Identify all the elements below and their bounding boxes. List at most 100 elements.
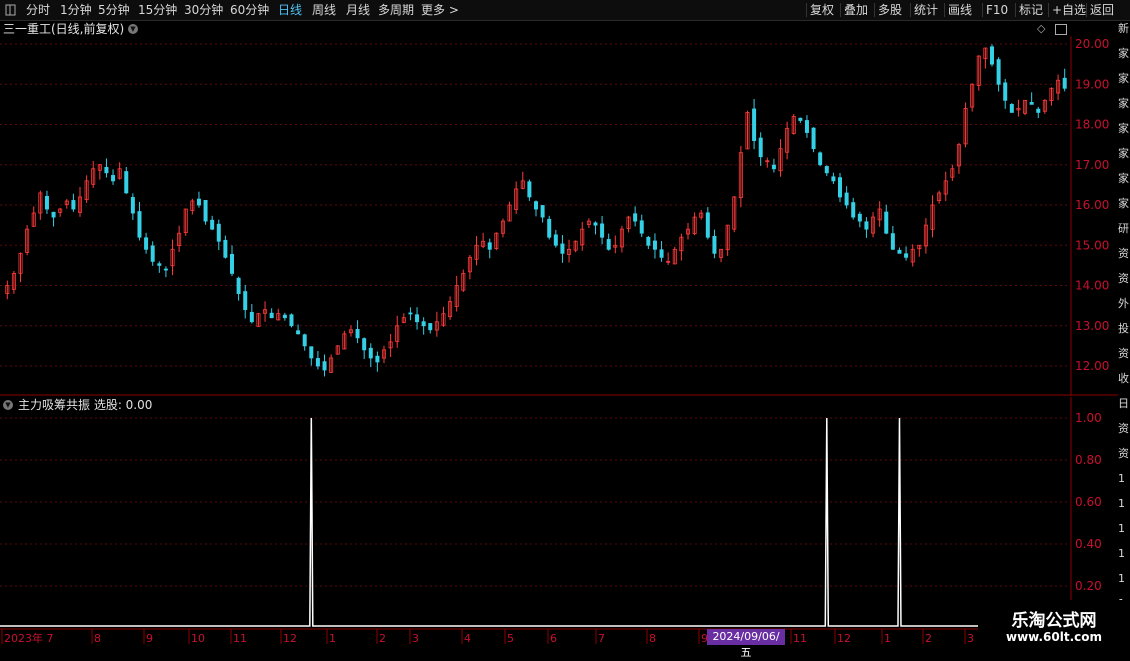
toolbar-item-8[interactable]: 月线 [346, 0, 370, 20]
toolbar-right-item-8[interactable]: 返回 [1090, 0, 1114, 20]
toolbar-item-6[interactable]: 日线 [278, 0, 302, 20]
x-tick-label: 7 [598, 632, 605, 645]
y-tick-label: 19.00 [1075, 77, 1109, 91]
toolbar-item-0[interactable]: 分时 [26, 0, 50, 20]
y-tick-label: 18.00 [1075, 118, 1109, 132]
candle [203, 200, 208, 225]
watermark-title: 乐淘公式网 [1011, 611, 1097, 631]
y-tick-label: 0.80 [1075, 453, 1102, 467]
right-strip-glyph: 1 [1118, 522, 1125, 535]
y-tick-label: 16.00 [1075, 198, 1109, 212]
right-info-strip: 新家家家家家家家研资资外投资收日资资111111 [1118, 20, 1130, 630]
right-strip-glyph: 投 [1118, 322, 1129, 335]
window-toggle-icon[interactable] [1055, 24, 1067, 35]
candlestick-chart[interactable]: 20.00 19.00 18.00 17.00 16.00 15.00 14.00 13.00… [0, 36, 1118, 396]
x-tick-label: 12 [283, 632, 297, 645]
toolbar-item-5[interactable]: 60分钟 [230, 0, 269, 20]
right-strip-glyph: 研 [1118, 222, 1129, 235]
period-toolbar: 分时 1分钟 5分钟 15分钟 30分钟 60分钟 日线 周线 月线 多周期 更多 > 复权 叠加 多股… [0, 0, 1130, 21]
cursor-date-badge: 2024/09/06/五 [707, 629, 785, 659]
right-strip-glyph: 资 [1118, 247, 1129, 260]
toolbar-separator [982, 3, 983, 17]
toolbar-separator [944, 3, 945, 17]
stock-title: 三一重工(日线,前复权) [3, 22, 125, 36]
right-strip-glyph: 资 [1118, 447, 1129, 460]
candle [811, 127, 816, 153]
toolbar-separator [874, 3, 875, 17]
x-tick-label: 3 [412, 632, 419, 645]
candle [818, 151, 823, 167]
right-strip-glyph: 1 [1118, 497, 1125, 510]
toolbar-right-item-0[interactable]: 复权 [810, 0, 834, 20]
toolbar-right-item-2[interactable]: 多股 [878, 0, 902, 20]
right-strip-glyph: 日 [1118, 397, 1129, 410]
right-strip-glyph: 家 [1118, 147, 1129, 160]
toolbar-item-9[interactable]: 多周期 [378, 0, 414, 20]
right-strip-glyph: 1 [1118, 547, 1125, 560]
toolbar-right-item-1[interactable]: 叠加 [844, 0, 868, 20]
x-tick-label: 11 [793, 632, 807, 645]
right-strip-glyph: 家 [1118, 172, 1129, 185]
toolbar-right-item-3[interactable]: 统计 [914, 0, 938, 20]
toolbar-item-2[interactable]: 5分钟 [98, 0, 130, 20]
right-strip-glyph: 资 [1118, 347, 1129, 360]
y-tick-label: 12.00 [1075, 359, 1109, 373]
toolbar-item-3[interactable]: 15分钟 [138, 0, 177, 20]
collapse-icon[interactable]: ▼ [3, 400, 13, 410]
watermark-url: www.60lt.com [1005, 630, 1103, 644]
x-tick-label: 5 [507, 632, 514, 645]
x-tick-label: 11 [233, 632, 247, 645]
dropdown-icon[interactable]: ▼ [128, 24, 138, 34]
toolbar-right-item-4[interactable]: 画线 [948, 0, 972, 20]
toolbar-separator [910, 3, 911, 17]
toolbar-right-item-7[interactable]: +自选 [1052, 0, 1086, 20]
chart-bg [0, 36, 1118, 396]
right-strip-glyph: 1 [1118, 472, 1125, 485]
indicator-chart[interactable]: 1.00 0.80 0.60 0.40 0.20 [0, 397, 1118, 628]
right-strip-glyph: 家 [1118, 47, 1129, 60]
x-tick-label: 6 [550, 632, 557, 645]
x-tick-label: 8 [94, 632, 101, 645]
x-tick-label: 2 [925, 632, 932, 645]
signal-line [0, 417, 1070, 627]
x-tick-label: 9 [146, 632, 153, 645]
candle [1009, 103, 1014, 113]
candle [990, 44, 995, 67]
indicator-title: 主力吸筹共振 选股: 0.00 [18, 398, 153, 412]
toolbar-item-1[interactable]: 1分钟 [60, 0, 92, 20]
x-tick-label: 3 [967, 632, 974, 645]
y-tick-label: 0.40 [1075, 537, 1102, 551]
toolbar-item-10[interactable]: 更多 > [421, 0, 459, 20]
toolbar-separator [1015, 3, 1016, 17]
right-strip-glyph: 家 [1118, 72, 1129, 85]
x-tick-label: 1 [884, 632, 891, 645]
y-tick-label: 1.00 [1075, 411, 1102, 425]
right-strip-glyph: 资 [1118, 422, 1129, 435]
y-tick-label: 14.00 [1075, 279, 1109, 293]
toolbar-separator [1048, 3, 1049, 17]
toolbar-menu-icon[interactable] [4, 0, 18, 20]
x-tick-label: 4 [464, 632, 471, 645]
x-tick-label: 10 [191, 632, 205, 645]
toolbar-right-item-6[interactable]: 标记 [1019, 0, 1043, 20]
x-tick-label: 2023年 7 [4, 631, 54, 645]
x-tick-label: 8 [649, 632, 656, 645]
toolbar-item-4[interactable]: 30分钟 [184, 0, 223, 20]
right-strip-glyph: 外 [1118, 297, 1129, 310]
right-strip-glyph: 家 [1118, 97, 1129, 110]
y-tick-label: 20.00 [1075, 37, 1109, 51]
right-strip-glyph: 家 [1118, 197, 1129, 210]
x-tick-label: 12 [837, 632, 851, 645]
candle [547, 215, 552, 240]
y-tick-label: 0.60 [1075, 495, 1102, 509]
x-tick-label: 2 [379, 632, 386, 645]
y-tick-label: 13.00 [1075, 319, 1109, 333]
toolbar-right-item-5[interactable]: F10 [986, 0, 1008, 20]
y-tick-label: 17.00 [1075, 158, 1109, 172]
toolbar-separator [840, 3, 841, 17]
diamond-icon[interactable]: ◇ [1037, 22, 1045, 35]
right-strip-glyph: 资 [1118, 272, 1129, 285]
right-strip-glyph: 1 [1118, 572, 1125, 585]
toolbar-item-7[interactable]: 周线 [312, 0, 336, 20]
watermark: 乐淘公式网 www.60lt.com [978, 600, 1130, 650]
